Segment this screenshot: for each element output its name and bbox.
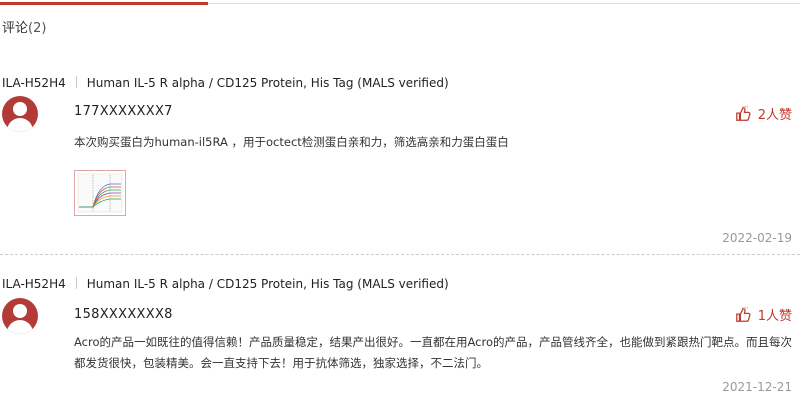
like-button[interactable]: 1人赞 [735, 305, 792, 324]
product-name[interactable]: Human IL-5 R alpha / CD125 Protein, His … [87, 76, 449, 90]
review-content: Acro的产品一如既往的值得信赖！产品质量稳定，结果产出很好。一直都在用Acro… [74, 335, 792, 370]
like-count: 1人赞 [757, 309, 792, 324]
product-sku: ILA-H52H4 [2, 277, 66, 291]
like-button[interactable]: 2人赞 [735, 104, 792, 123]
active-tab-indicator [0, 2, 208, 5]
reviewer-name: 158XXXXXXX8 [74, 307, 173, 322]
avatar-body [7, 320, 33, 334]
reviewer-name: 177XXXXXXX7 [74, 104, 173, 119]
like-count: 2人赞 [757, 108, 792, 123]
product-line: ILA-H52H4 Human IL-5 R alpha / CD125 Prot… [2, 277, 449, 291]
review-item: ILA-H52H4 Human IL-5 R alpha / CD125 Prot… [0, 273, 800, 416]
separator [75, 76, 77, 88]
chart-image [77, 173, 123, 213]
avatar-head [13, 102, 27, 116]
review-item: ILA-H52H4 Human IL-5 R alpha / CD125 Prot… [0, 72, 800, 250]
separator [75, 277, 77, 289]
review-date: 2021-12-21 [722, 380, 792, 394]
user-avatar-icon [2, 298, 38, 334]
review-date: 2022-02-19 [722, 231, 792, 245]
user-avatar-icon [2, 96, 38, 132]
review-divider [0, 254, 800, 255]
review-count: (2) [28, 21, 47, 36]
product-line: ILA-H52H4 Human IL-5 R alpha / CD125 Prot… [2, 76, 449, 90]
thumbs-up-icon [735, 105, 751, 121]
section-title-label: 评论 [2, 21, 29, 36]
review-content: 本次购买蛋白为human-il5RA ，用于octect检测蛋白亲和力，筛选高亲… [74, 135, 509, 149]
section-title: 评论(2) [2, 17, 46, 36]
avatar-body [7, 118, 33, 132]
review-image-thumbnail[interactable] [74, 170, 126, 216]
product-sku: ILA-H52H4 [2, 76, 66, 90]
product-name[interactable]: Human IL-5 R alpha / CD125 Protein, His … [87, 277, 449, 291]
avatar-head [13, 304, 27, 318]
thumbs-up-icon [735, 306, 751, 322]
